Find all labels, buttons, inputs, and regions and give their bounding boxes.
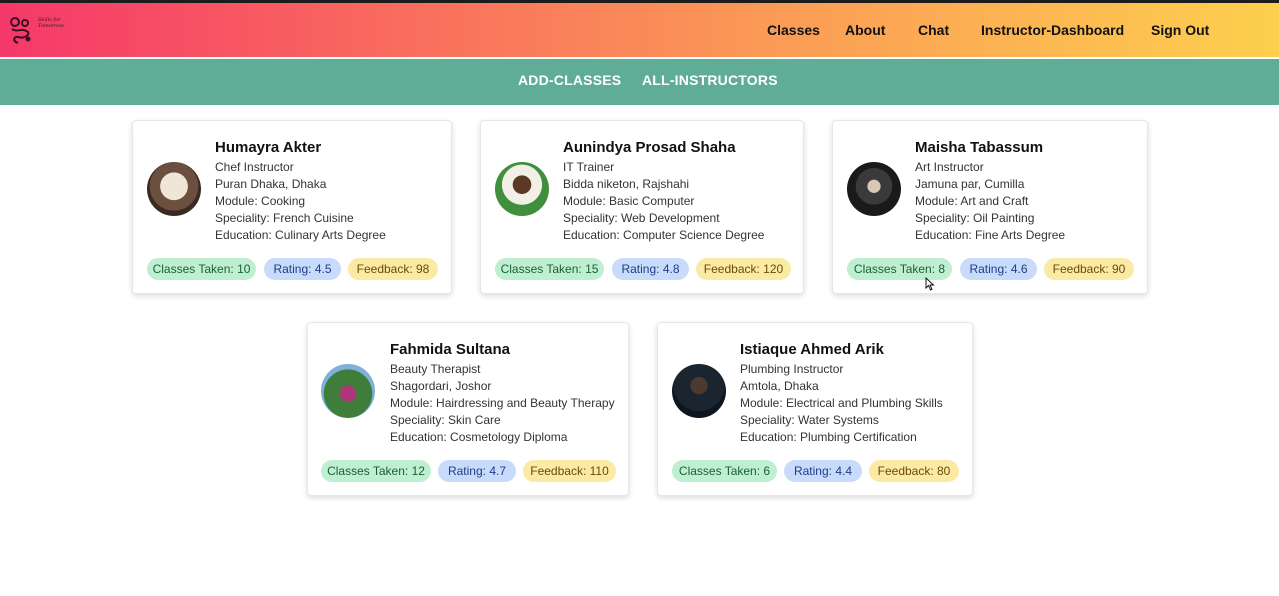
instructor-card: Maisha Tabassum Art Instructor Jamuna pa… (832, 120, 1148, 294)
top-navbar: Skills for Tomorrow Classes About Chat I… (0, 0, 1279, 57)
logo-icon (10, 17, 31, 44)
nav-instructor-dashboard[interactable]: Instructor-Dashboard (981, 22, 1124, 42)
instructor-card: Humayra Akter Chef Instructor Puran Dhak… (132, 120, 452, 294)
instructor-title: Beauty Therapist (390, 362, 481, 376)
instructor-module: Module: Hairdressing and Beauty Therapy (390, 396, 615, 410)
instructor-education: Education: Cosmetology Diploma (390, 430, 568, 444)
avatar (672, 364, 726, 418)
rating-badge: Rating: 4.4 (784, 460, 862, 482)
classes-taken-badge: Classes Taken: 12 (321, 460, 431, 482)
site-logo[interactable]: Skills for Tomorrow (8, 15, 72, 47)
instructor-card: Istiaque Ahmed Arik Plumbing Instructor … (657, 322, 973, 496)
instructor-title: IT Trainer (563, 160, 615, 174)
avatar (147, 162, 201, 216)
instructor-module: Module: Art and Craft (915, 194, 1029, 208)
instructor-title: Chef Instructor (215, 160, 294, 174)
avatar (321, 364, 375, 418)
instructor-name: Fahmida Sultana (390, 341, 511, 358)
nav-chat[interactable]: Chat (918, 22, 949, 42)
feedback-badge: Feedback: 98 (348, 258, 438, 280)
instructor-location: Bidda niketon, Rajshahi (563, 177, 690, 191)
instructor-location: Amtola, Dhaka (740, 379, 819, 393)
instructor-speciality: Speciality: Skin Care (390, 413, 501, 427)
nav-classes[interactable]: Classes (767, 22, 820, 42)
instructor-location: Jamuna par, Cumilla (915, 177, 1025, 191)
instructor-location: Puran Dhaka, Dhaka (215, 177, 327, 191)
instructor-module: Module: Basic Computer (563, 194, 695, 208)
feedback-badge: Feedback: 80 (869, 460, 959, 482)
subnav-add-classes[interactable]: ADD-CLASSES (518, 72, 621, 88)
instructor-education: Education: Culinary Arts Degree (215, 228, 386, 242)
instructor-education: Education: Fine Arts Degree (915, 228, 1066, 242)
classes-taken-badge: Classes Taken: 15 (495, 258, 604, 280)
subnav-all-instructors[interactable]: ALL-INSTRUCTORS (642, 72, 778, 88)
instructor-name: Aunindya Prosad Shaha (563, 139, 736, 156)
instructor-name: Maisha Tabassum (915, 139, 1044, 156)
classes-taken-badge: Classes Taken: 8 (847, 258, 952, 280)
classes-taken-badge: Classes Taken: 10 (147, 258, 256, 280)
instructor-education: Education: Plumbing Certification (740, 430, 917, 444)
rating-badge: Rating: 4.8 (612, 258, 689, 280)
instructor-speciality: Speciality: Oil Painting (915, 211, 1035, 225)
feedback-badge: Feedback: 110 (523, 460, 616, 482)
instructor-location: Shagordari, Joshor (390, 379, 492, 393)
instructor-module: Module: Electrical and Plumbing Skills (740, 396, 943, 410)
rating-badge: Rating: 4.7 (438, 460, 516, 482)
rating-badge: Rating: 4.5 (264, 258, 341, 280)
instructor-title: Plumbing Instructor (740, 362, 844, 376)
dashboard-subnav: ADD-CLASSES ALL-INSTRUCTORS (0, 59, 1279, 105)
instructor-card: Fahmida Sultana Beauty Therapist Shagord… (307, 322, 629, 496)
rating-badge: Rating: 4.6 (960, 258, 1037, 280)
instructor-card: Aunindya Prosad Shaha IT Trainer Bidda n… (480, 120, 804, 294)
instructor-speciality: Speciality: French Cuisine (215, 211, 354, 225)
classes-taken-badge: Classes Taken: 6 (672, 460, 777, 482)
instructor-name: Istiaque Ahmed Arik (740, 341, 884, 358)
instructor-education: Education: Computer Science Degree (563, 228, 765, 242)
instructor-speciality: Speciality: Water Systems (740, 413, 879, 427)
nav-sign-out[interactable]: Sign Out (1151, 22, 1209, 42)
instructor-title: Art Instructor (915, 160, 984, 174)
mouse-cursor-icon (925, 277, 935, 291)
avatar (847, 162, 901, 216)
instructor-module: Module: Cooking (215, 194, 306, 208)
instructor-speciality: Speciality: Web Development (563, 211, 720, 225)
feedback-badge: Feedback: 120 (696, 258, 791, 280)
logo-text: Skills for Tomorrow (38, 17, 64, 29)
instructor-name: Humayra Akter (215, 139, 322, 156)
nav-about[interactable]: About (845, 22, 885, 42)
avatar (495, 162, 549, 216)
feedback-badge: Feedback: 90 (1044, 258, 1134, 280)
